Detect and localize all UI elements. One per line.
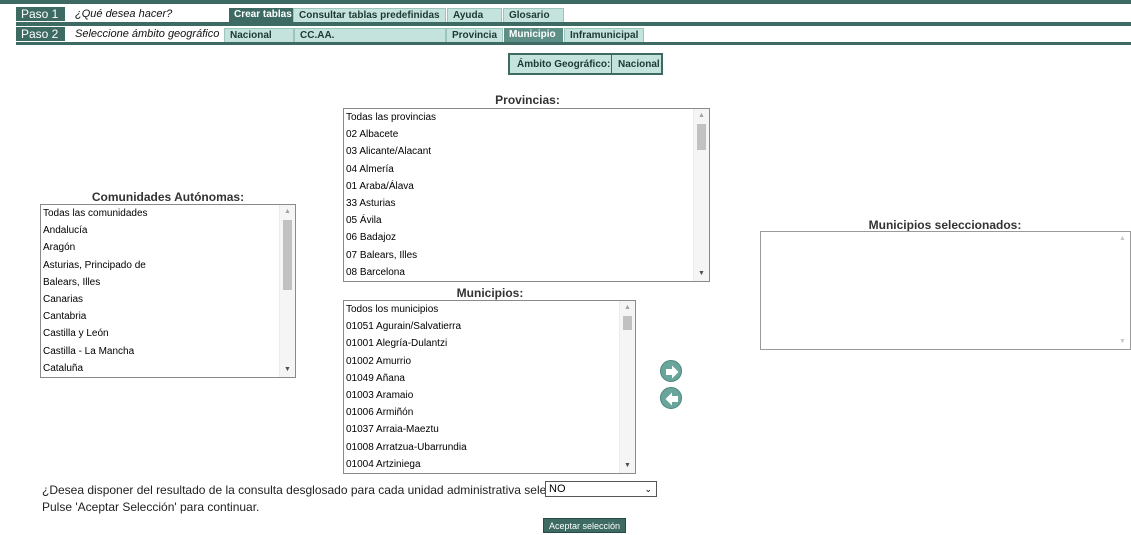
list-item[interactable]: Castilla y León [41, 325, 278, 342]
scroll-down-icon[interactable]: ▼ [280, 363, 295, 377]
list-item[interactable]: 01003 Aramaio [344, 387, 618, 404]
provincias-scrollbar[interactable]: ▲ ▼ [693, 109, 709, 281]
list-item[interactable]: Canarias [41, 291, 278, 308]
tab-glosario[interactable]: Glosario [503, 8, 564, 22]
scroll-up-icon[interactable]: ▲ [280, 205, 295, 219]
provincias-heading: Provincias: [495, 93, 560, 107]
tab-inframunicipal[interactable]: Inframunicipal [564, 28, 644, 42]
tab-crear-tablas[interactable]: Crear tablas [229, 8, 293, 22]
list-item[interactable]: Todos los municipios [344, 301, 618, 318]
seleccionados-scrollbar[interactable]: ▲ ▼ [1115, 232, 1130, 349]
list-item[interactable]: 01001 Alegría-Dulantzi [344, 335, 618, 352]
tab-ccaa[interactable]: CC.AA. [294, 28, 446, 42]
scroll-up-icon[interactable]: ▲ [1115, 232, 1130, 246]
arrow-left-icon [665, 392, 678, 406]
tab-ayuda[interactable]: Ayuda [447, 8, 502, 22]
seleccionados-listbox[interactable]: ▲ ▼ [760, 231, 1131, 350]
step1-label: Paso 1 [16, 7, 65, 21]
remove-selection-button[interactable] [660, 387, 682, 409]
ambito-label: Ámbito Geográfico: [517, 58, 611, 70]
municipios-heading: Municipios: [456, 286, 524, 300]
municipios-items: Todos los municipios 01051 Agurain/Salva… [344, 301, 618, 473]
list-item[interactable]: 04 Almería [344, 161, 692, 178]
list-item[interactable]: Asturias, Principado de [41, 257, 278, 274]
ccaa-listbox[interactable]: Todas las comunidades Andalucía Aragón A… [40, 204, 296, 378]
step1-rule [16, 22, 1131, 26]
list-item[interactable]: Aragón [41, 239, 278, 256]
tab-municipio[interactable]: Municipio [504, 28, 563, 42]
list-item[interactable]: 01004 Artziniega [344, 456, 618, 473]
desglose-selected-value: NO [549, 483, 566, 495]
ccaa-items: Todas las comunidades Andalucía Aragón A… [41, 205, 278, 377]
continue-hint: Pulse 'Aceptar Selección' para continuar… [42, 500, 260, 514]
step2-rule [16, 42, 1131, 45]
list-item[interactable]: 07 Balears, Illes [344, 247, 692, 264]
ccaa-heading: Comunidades Autónomas: [91, 190, 245, 204]
municipios-listbox[interactable]: Todos los municipios 01051 Agurain/Salva… [343, 300, 636, 474]
scroll-thumb[interactable] [697, 124, 706, 150]
municipios-scrollbar[interactable]: ▲ ▼ [619, 301, 635, 473]
step2-question: Seleccione ámbito geográfico [75, 28, 220, 40]
scroll-down-icon[interactable]: ▼ [620, 459, 635, 473]
list-item[interactable]: Cataluña [41, 360, 278, 377]
seleccionados-heading: Municipios seleccionados: [868, 218, 1022, 232]
scroll-down-icon[interactable]: ▼ [1115, 335, 1130, 349]
provincias-listbox[interactable]: Todas las provincias 02 Albacete 03 Alic… [343, 108, 710, 282]
list-item[interactable]: 01037 Arraia-Maeztu [344, 421, 618, 438]
list-item[interactable]: Balears, Illes [41, 274, 278, 291]
provincias-items: Todas las provincias 02 Albacete 03 Alic… [344, 109, 692, 281]
tab-provincia[interactable]: Provincia [446, 28, 503, 42]
list-item[interactable]: 01008 Arratzua-Ubarrundia [344, 439, 618, 456]
top-border [0, 0, 1131, 4]
step2-label: Paso 2 [16, 27, 65, 41]
list-item[interactable]: Todas las provincias [344, 109, 692, 126]
list-item[interactable]: Andalucía [41, 222, 278, 239]
list-item[interactable]: Todas las comunidades [41, 205, 278, 222]
ambito-value: Nacional [618, 58, 660, 70]
list-item[interactable]: 01002 Amurrio [344, 353, 618, 370]
scroll-thumb[interactable] [283, 220, 292, 290]
ambito-divider [611, 55, 612, 73]
ambito-geografico-box: Ámbito Geográfico: Nacional [508, 53, 663, 75]
list-item[interactable]: 01049 Añana [344, 370, 618, 387]
ccaa-scrollbar[interactable]: ▲ ▼ [279, 205, 295, 377]
list-item[interactable]: 05 Ávila [344, 212, 692, 229]
add-selection-button[interactable] [660, 360, 682, 382]
accept-selection-button[interactable]: Aceptar selección [543, 518, 626, 533]
step1-question: ¿Qué desea hacer? [75, 8, 173, 20]
list-item[interactable]: 33 Asturias [344, 195, 692, 212]
list-item[interactable]: 01 Araba/Álava [344, 178, 692, 195]
scroll-thumb[interactable] [623, 316, 632, 330]
desglose-select[interactable]: NO ⌄ [545, 481, 657, 497]
list-item[interactable]: 08 Barcelona [344, 264, 692, 281]
list-item[interactable]: Castilla - La Mancha [41, 343, 278, 360]
list-item[interactable]: 02 Albacete [344, 126, 692, 143]
desglose-question: ¿Desea disponer del resultado de la cons… [42, 483, 602, 497]
tab-nacional[interactable]: Nacional [224, 28, 294, 42]
scroll-up-icon[interactable]: ▲ [694, 109, 709, 123]
chevron-down-icon: ⌄ [644, 484, 652, 494]
arrow-right-icon [666, 365, 679, 379]
tab-consultar-tablas-predefinidas[interactable]: Consultar tablas predefinidas [293, 8, 446, 22]
list-item[interactable]: 01051 Agurain/Salvatierra [344, 318, 618, 335]
scroll-down-icon[interactable]: ▼ [694, 267, 709, 281]
list-item[interactable]: 03 Alicante/Alacant [344, 143, 692, 160]
list-item[interactable]: 01006 Armiñón [344, 404, 618, 421]
list-item[interactable]: Cantabria [41, 308, 278, 325]
list-item[interactable]: 06 Badajoz [344, 229, 692, 246]
scroll-up-icon[interactable]: ▲ [620, 301, 635, 315]
